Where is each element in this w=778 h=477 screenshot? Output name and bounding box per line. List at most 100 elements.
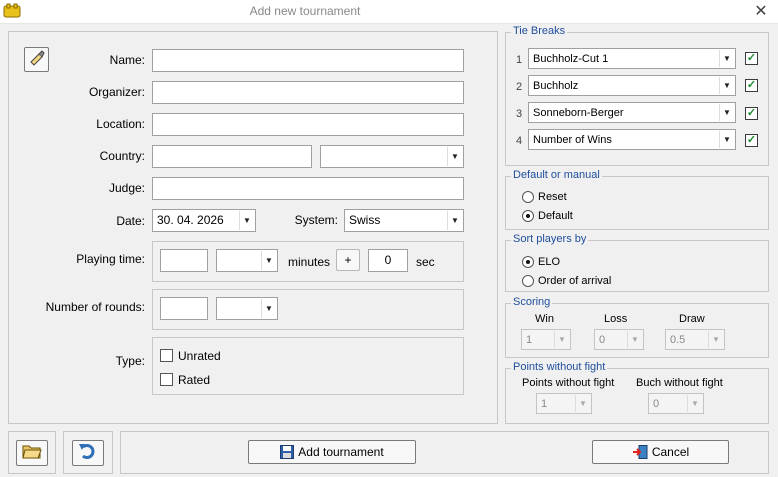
tie-break-number: 3 <box>516 108 523 120</box>
tie-break-number: 4 <box>516 135 523 147</box>
folder-open-icon <box>21 445 43 464</box>
organizer-label: Organizer: <box>88 85 145 99</box>
tie-break-value: Sonneborn-Berger <box>533 107 624 119</box>
seconds-value: 0 <box>384 253 392 267</box>
tie-breaks-title: Tie Breaks <box>511 25 568 37</box>
date-value: 30. 04. 2026 <box>157 213 224 227</box>
order-of-arrival-label: Order of arrival <box>538 275 612 287</box>
add-increment-button[interactable]: + <box>336 249 360 271</box>
add-tournament-button[interactable]: Add tournament <box>248 440 416 464</box>
unrated-checkbox[interactable] <box>160 349 173 362</box>
win-points-select[interactable]: 1 ▼ <box>521 329 571 350</box>
default-label: Default <box>538 210 573 222</box>
minutes-label: minutes <box>288 255 331 269</box>
tie-break-checkbox[interactable]: ✓ <box>745 107 758 120</box>
default-radio[interactable] <box>522 210 534 222</box>
location-input[interactable] <box>152 113 464 136</box>
chevron-down-icon: ▼ <box>719 77 734 94</box>
date-label: Date: <box>116 214 145 228</box>
order-of-arrival-radio[interactable] <box>522 275 534 287</box>
tie-break-value: Buchholz-Cut 1 <box>533 53 609 65</box>
chevron-down-icon: ▼ <box>627 331 642 348</box>
sort-players-title: Sort players by <box>511 233 589 245</box>
loss-points-select[interactable]: 0 ▼ <box>594 329 644 350</box>
system-value: Swiss <box>349 213 381 227</box>
chevron-down-icon: ▼ <box>687 395 702 412</box>
chevron-down-icon: ▼ <box>719 104 734 121</box>
draw-points-select[interactable]: 0.5 ▼ <box>665 329 725 350</box>
tie-break-select[interactable]: Buchholz-Cut 1 ▼ <box>528 48 736 69</box>
judge-label: Judge: <box>108 181 145 195</box>
chevron-down-icon: ▼ <box>554 331 569 348</box>
scoring-title: Scoring <box>511 296 553 308</box>
close-icon[interactable]: ✕ <box>750 1 772 23</box>
tie-break-checkbox[interactable]: ✓ <box>745 79 758 92</box>
buch-without-fight-value: 0 <box>653 398 660 410</box>
win-value: 1 <box>526 334 533 346</box>
playing-time-label: Playing time: <box>76 252 145 266</box>
location-label: Location: <box>96 117 145 131</box>
playing-time-minutes-select[interactable]: ▼ <box>216 249 278 272</box>
tie-break-number: 2 <box>516 81 523 93</box>
chevron-down-icon: ▼ <box>447 211 462 230</box>
system-select[interactable]: Swiss ▼ <box>344 209 464 232</box>
name-label: Name: <box>109 53 145 67</box>
add-tournament-label: Add tournament <box>298 445 384 459</box>
cancel-button[interactable]: Cancel <box>592 440 729 464</box>
rounds-label: Number of rounds: <box>45 300 145 314</box>
tie-break-select[interactable]: Sonneborn-Berger ▼ <box>528 102 736 123</box>
seconds-input[interactable]: 0 <box>368 249 408 272</box>
points-without-fight-label: Points without fight <box>522 377 615 389</box>
loss-label: Loss <box>604 313 628 325</box>
unrated-label: Unrated <box>178 349 221 363</box>
system-label: System: <box>294 213 338 227</box>
reset-label: Reset <box>538 191 567 203</box>
chevron-down-icon: ▼ <box>447 147 462 166</box>
win-label: Win <box>535 313 554 325</box>
draw-value: 0.5 <box>670 334 686 346</box>
elo-label: ELO <box>538 256 561 268</box>
reset-radio[interactable] <box>522 191 534 203</box>
exit-door-icon <box>632 445 648 462</box>
rounds-input[interactable] <box>160 297 208 320</box>
tie-break-select[interactable]: Number of Wins ▼ <box>528 129 736 150</box>
organizer-input[interactable] <box>152 81 464 104</box>
tie-break-checkbox[interactable]: ✓ <box>745 52 758 65</box>
undo-icon <box>77 444 99 464</box>
buch-without-fight-select[interactable]: 0 ▼ <box>648 393 704 414</box>
undo-button[interactable] <box>72 440 104 466</box>
tie-break-select[interactable]: Buchholz ▼ <box>528 75 736 96</box>
draw-label: Draw <box>679 313 705 325</box>
sec-label: sec <box>416 255 435 269</box>
country-input[interactable] <box>152 145 312 168</box>
country-select[interactable]: ▼ <box>320 145 464 168</box>
elo-radio[interactable] <box>522 256 534 268</box>
chevron-down-icon: ▼ <box>261 299 276 318</box>
window-title: Add new tournament <box>249 4 361 18</box>
tie-break-checkbox[interactable]: ✓ <box>745 134 758 147</box>
save-disk-icon <box>280 445 295 462</box>
date-picker[interactable]: 30. 04. 2026 ▼ <box>152 209 256 232</box>
chevron-down-icon: ▼ <box>575 395 590 412</box>
name-input[interactable] <box>152 49 464 72</box>
open-file-button[interactable] <box>16 440 48 466</box>
rounds-select[interactable]: ▼ <box>216 297 278 320</box>
points-without-fight-value: 1 <box>541 398 548 410</box>
buch-without-fight-label: Buch without fight <box>636 377 723 389</box>
rated-checkbox[interactable] <box>160 373 173 386</box>
type-label: Type: <box>115 354 145 368</box>
cancel-label: Cancel <box>651 445 690 459</box>
loss-value: 0 <box>599 334 606 346</box>
playing-time-hours-input[interactable] <box>160 249 208 272</box>
chevron-down-icon: ▼ <box>719 131 734 148</box>
chevron-down-icon: ▼ <box>239 211 254 230</box>
country-label: Country: <box>99 149 145 163</box>
chevron-down-icon: ▼ <box>719 50 734 67</box>
rated-label: Rated <box>178 373 211 387</box>
chevron-down-icon: ▼ <box>261 251 276 270</box>
points-without-fight-select[interactable]: 1 ▼ <box>536 393 592 414</box>
tie-break-value: Buchholz <box>533 80 579 92</box>
default-manual-title: Default or manual <box>511 169 602 181</box>
judge-input[interactable] <box>152 177 464 200</box>
tie-break-number: 1 <box>516 54 523 66</box>
